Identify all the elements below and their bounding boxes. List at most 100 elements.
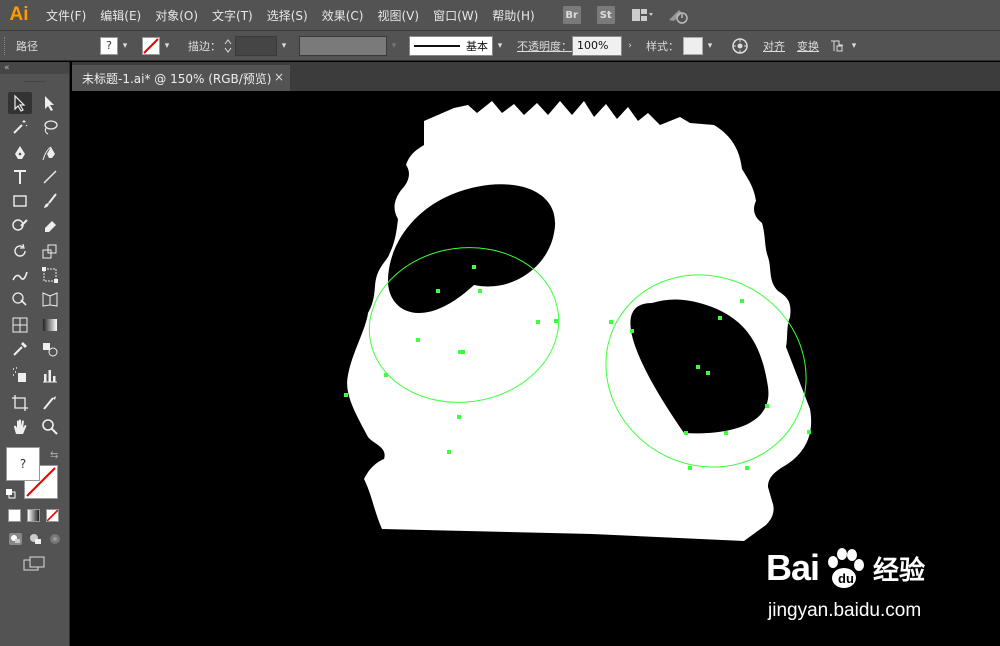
eraser-tool[interactable] <box>38 214 62 236</box>
shaper-tool[interactable] <box>8 214 32 236</box>
swap-fill-stroke-icon[interactable]: ⇆ <box>50 450 58 461</box>
variable-width-profile[interactable] <box>299 35 387 56</box>
menu-select[interactable]: 选择(S) <box>267 7 308 24</box>
change-screen-mode-icon[interactable] <box>22 556 48 572</box>
opacity-input[interactable]: 100% <box>572 35 622 56</box>
opacity-label[interactable]: 不透明度： <box>517 38 572 54</box>
bridge-button[interactable]: Br <box>562 6 581 24</box>
shape-builder-icon <box>12 292 27 306</box>
control-bar-grip[interactable] <box>4 36 8 55</box>
mesh-icon <box>12 317 28 333</box>
mesh-tool[interactable] <box>8 314 32 336</box>
opacity-arrow-icon[interactable]: › <box>622 36 638 56</box>
free-transform-tool[interactable] <box>38 264 62 286</box>
isolate-icon[interactable] <box>827 36 847 56</box>
zoom-tool[interactable] <box>38 416 62 438</box>
direct-selection-tool[interactable] <box>38 92 62 114</box>
draw-inside-icon[interactable] <box>48 532 63 546</box>
document-tab-bar: 未标题-1.ai* @ 150% (RGB/预览) × <box>72 62 1000 91</box>
mask-shape[interactable] <box>347 101 812 541</box>
none-mode-button[interactable] <box>46 509 59 522</box>
magic-wand-icon <box>13 120 28 134</box>
recolor-artwork-icon[interactable] <box>729 36 751 56</box>
selection-tool[interactable] <box>8 92 32 114</box>
jingyan-logo-text: 经验 <box>873 555 926 586</box>
zoom-icon <box>42 419 58 435</box>
fill-swatch[interactable]: ? <box>100 36 118 55</box>
brush-definition-select[interactable]: 基本 <box>409 35 493 56</box>
gradient-mode-button[interactable] <box>27 509 40 522</box>
stroke-weight-dropdown-icon[interactable]: ▾ <box>277 36 291 56</box>
default-fill-stroke-icon[interactable] <box>6 488 16 499</box>
stroke-dropdown-icon[interactable]: ▾ <box>160 36 174 56</box>
fill-swatch-value: ? <box>106 39 112 52</box>
more-options-dropdown-icon[interactable]: ▾ <box>847 36 861 56</box>
brush-name: 基本 <box>466 39 488 53</box>
menu-file[interactable]: 文件(F) <box>46 7 86 24</box>
document-tab[interactable]: 未标题-1.ai* @ 150% (RGB/预览) × <box>72 65 290 91</box>
transform-button[interactable]: 变换 <box>797 38 819 54</box>
magic-wand-tool[interactable] <box>8 116 32 138</box>
menu-view[interactable]: 视图(V) <box>377 7 419 24</box>
eyedropper-tool[interactable] <box>8 338 32 360</box>
graphic-style-swatch[interactable] <box>683 36 703 55</box>
menu-edit[interactable]: 编辑(E) <box>100 7 141 24</box>
menu-effect[interactable]: 效果(C) <box>322 7 364 24</box>
stroke-weight-label: 描边： <box>188 39 221 53</box>
align-button[interactable]: 对齐 <box>763 38 785 54</box>
rectangle-tool[interactable] <box>8 190 32 212</box>
menu-help[interactable]: 帮助(H) <box>492 7 534 24</box>
shaper-icon <box>12 219 28 231</box>
stroke-swatch[interactable] <box>142 36 160 55</box>
gradient-icon <box>43 319 57 331</box>
draw-behind-icon[interactable] <box>28 532 43 546</box>
symbol-sprayer-icon <box>13 367 26 382</box>
rotate-tool[interactable] <box>8 240 32 262</box>
lasso-tool[interactable] <box>38 116 62 138</box>
artboard-tool[interactable] <box>8 392 32 414</box>
menu-type[interactable]: 文字(T) <box>212 7 253 24</box>
menu-bar: Ai 文件(F) 编辑(E) 对象(O) 文字(T) 选择(S) 效果(C) 视… <box>0 0 1000 31</box>
eraser-icon <box>45 221 56 232</box>
rectangle-icon <box>13 195 27 207</box>
artboard-icon <box>12 395 28 411</box>
gradient-tool[interactable] <box>38 314 62 336</box>
panel-grip[interactable] <box>24 74 45 82</box>
no-stroke-icon <box>143 37 159 54</box>
perspective-grid-tool[interactable] <box>38 288 62 310</box>
paintbrush-tool[interactable] <box>38 190 62 212</box>
close-tab-icon[interactable]: × <box>274 70 284 84</box>
pen-tool[interactable] <box>8 142 32 164</box>
profile-dropdown-icon[interactable]: ▾ <box>387 36 401 56</box>
draw-normal-icon[interactable] <box>8 532 23 546</box>
baidu-jingyan-watermark: Bai du du 经验 jingyan.baidu.com <box>762 538 992 630</box>
svg-text:du: du <box>838 571 854 586</box>
menu-window[interactable]: 窗口(W) <box>433 7 478 24</box>
symbol-sprayer-tool[interactable] <box>8 364 32 386</box>
column-graph-icon <box>43 370 57 383</box>
color-mode-button[interactable] <box>8 509 21 522</box>
brush-dropdown-icon[interactable]: ▾ <box>493 36 507 56</box>
gpu-performance-icon[interactable] <box>667 6 689 24</box>
curvature-tool[interactable] <box>38 142 62 164</box>
arrange-documents-icon[interactable] <box>631 6 653 24</box>
style-dropdown-icon[interactable]: ▾ <box>703 36 717 56</box>
shape-builder-tool[interactable] <box>8 288 32 310</box>
menu-object[interactable]: 对象(O) <box>155 7 198 24</box>
stroke-stepper[interactable] <box>221 36 235 56</box>
blend-tool[interactable] <box>38 338 62 360</box>
warp-tool[interactable] <box>8 264 32 286</box>
control-bar: 路径 ? ▾ ▾ 描边： ▾ ▾ 基本 ▾ 不透明度： 100% › 样式： ▾… <box>0 31 1000 61</box>
fill-dropdown-icon[interactable]: ▾ <box>118 36 132 56</box>
line-segment-tool[interactable] <box>38 166 62 188</box>
fill-color-box[interactable]: ? <box>6 447 40 481</box>
stock-button[interactable]: St <box>596 6 615 24</box>
stroke-weight-input[interactable] <box>235 35 277 56</box>
slice-tool[interactable] <box>38 392 62 414</box>
type-tool[interactable] <box>8 166 32 188</box>
watermark-url: jingyan.baidu.com <box>768 600 922 621</box>
scale-tool[interactable] <box>38 240 62 262</box>
column-graph-tool[interactable] <box>38 364 62 386</box>
panel-collapse-icon[interactable]: « <box>0 62 69 74</box>
hand-tool[interactable] <box>8 416 32 438</box>
